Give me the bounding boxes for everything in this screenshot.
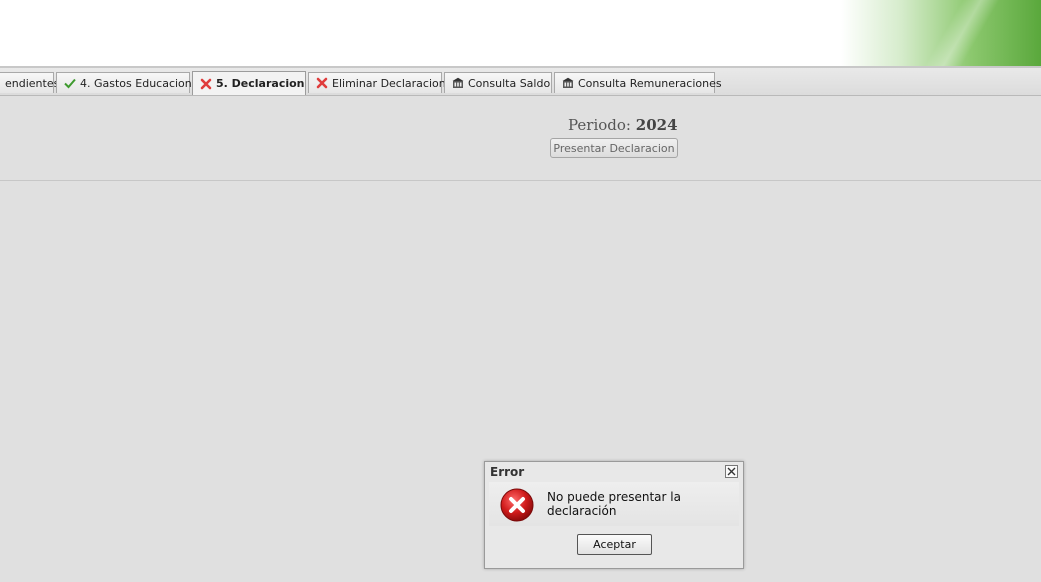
tab-label: 5. Declaracion xyxy=(216,77,305,90)
aceptar-button[interactable]: Aceptar xyxy=(577,534,652,555)
tab-label: endientes xyxy=(5,76,60,90)
tab-consulta-saldo[interactable]: Consulta Saldo xyxy=(444,72,552,93)
tab-label: 4. Gastos Educacion xyxy=(80,76,192,90)
tab-label: Consulta Remuneraciones xyxy=(578,76,722,90)
tab-gastos-educacion[interactable]: 4. Gastos Educacion xyxy=(56,72,192,93)
close-icon[interactable] xyxy=(725,465,738,478)
presentar-declaracion-button[interactable]: Presentar Declaracion xyxy=(550,138,678,158)
x-icon xyxy=(316,77,328,89)
dialog-title: Error xyxy=(490,465,525,479)
tab-strip: endientes 4. Gastos Educacion 5. Declara… xyxy=(0,66,1041,96)
tab-label: Consulta Saldo xyxy=(468,76,551,90)
building-icon xyxy=(452,77,464,89)
tab-declaracion[interactable]: 5. Declaracion xyxy=(192,71,306,95)
tab-label: Eliminar Declaracion xyxy=(332,76,446,90)
periodo-display: Periodo: 2024 xyxy=(568,116,678,134)
divider xyxy=(0,180,1041,181)
periodo-value: 2024 xyxy=(635,116,678,134)
dialog-body: No puede presentar la declaración xyxy=(489,482,739,526)
periodo-label: Periodo: xyxy=(568,116,631,134)
header-banner xyxy=(0,0,1041,66)
tab-consulta-remuneraciones[interactable]: Consulta Remuneraciones xyxy=(554,72,722,93)
error-icon xyxy=(500,488,534,525)
building-icon xyxy=(562,77,574,89)
check-icon xyxy=(64,77,76,89)
x-icon xyxy=(200,78,212,90)
tab-eliminar-declaracion[interactable]: Eliminar Declaracion xyxy=(308,72,446,93)
tab-pendientes[interactable]: endientes xyxy=(0,72,59,93)
error-dialog: Error No puede presentar la declaración … xyxy=(484,461,744,569)
dialog-message: No puede presentar la declaración xyxy=(547,490,681,518)
